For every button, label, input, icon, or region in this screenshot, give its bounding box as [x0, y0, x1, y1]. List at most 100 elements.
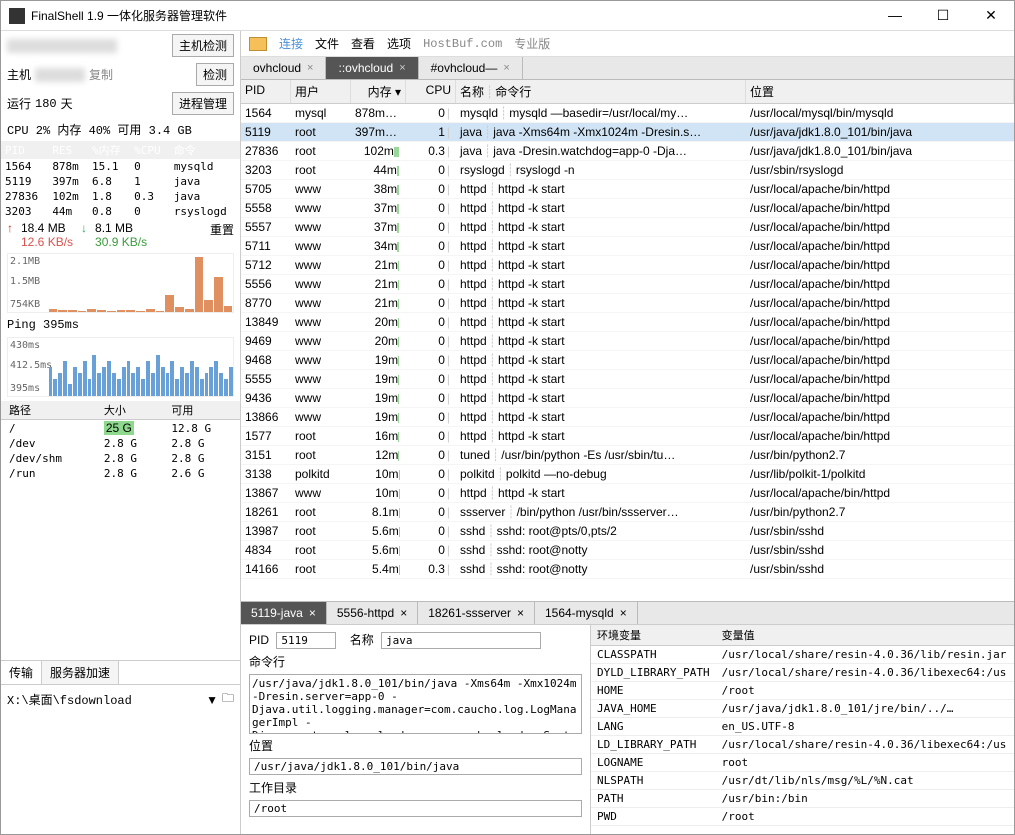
- maximize-button[interactable]: ☐: [928, 7, 958, 24]
- host-dropdown[interactable]: [7, 39, 117, 53]
- tab-accel[interactable]: 服务器加速: [42, 661, 119, 684]
- env-row[interactable]: JAVA_HOME/usr/java/jdk1.8.0_101/jre/bin/…: [591, 700, 1014, 718]
- env-row[interactable]: HOME/root: [591, 682, 1014, 700]
- disk-row[interactable]: /dev2.8 G2.8 G: [1, 436, 240, 451]
- env-row[interactable]: DYLD_LIBRARY_PATH/usr/local/share/resin-…: [591, 664, 1014, 682]
- proc-row[interactable]: 5558 www 37m 0| httpd┊httpd -k start /us…: [241, 199, 1014, 218]
- env-col-name[interactable]: 环境变量: [591, 625, 716, 646]
- env-row[interactable]: LOGNAMEroot: [591, 754, 1014, 772]
- col-cmd[interactable]: 命令: [170, 141, 240, 159]
- proc-row[interactable]: 18261 root 8.1m 0| ssserver┊/bin/python …: [241, 503, 1014, 522]
- detail-tab[interactable]: 5119-java×: [241, 602, 327, 624]
- disk-row[interactable]: /dev/shm2.8 G2.8 G: [1, 451, 240, 466]
- close-icon[interactable]: ×: [399, 62, 405, 74]
- detail-name-input[interactable]: [381, 632, 541, 649]
- close-icon[interactable]: ×: [503, 62, 509, 74]
- close-icon[interactable]: ×: [309, 606, 316, 620]
- proc-row[interactable]: 5119 root 397m 1| java┊java -Xms64m -Xmx…: [241, 123, 1014, 142]
- proc-row[interactable]: 9468 www 19m 0| httpd┊httpd -k start /us…: [241, 351, 1014, 370]
- env-row[interactable]: PWD/root: [591, 808, 1014, 826]
- proc-row[interactable]: 14166 root 5.4m 0.3| sshd┊sshd: root@not…: [241, 560, 1014, 579]
- detail-cmd-label: 命令行: [249, 653, 285, 670]
- proc-row[interactable]: 5712 www 21m 0| httpd┊httpd -k start /us…: [241, 256, 1014, 275]
- menu-view[interactable]: 查看: [351, 35, 375, 52]
- disk-col-path[interactable]: 路径: [1, 401, 96, 420]
- proc-row[interactable]: 3203 root 44m 0| rsyslogd┊rsyslogd -n /u…: [241, 161, 1014, 180]
- proc-row[interactable]: 5557 www 37m 0| httpd┊httpd -k start /us…: [241, 218, 1014, 237]
- env-col-val[interactable]: 变量值: [716, 625, 1014, 646]
- menu-connect[interactable]: 连接: [279, 35, 303, 52]
- tab-transfer[interactable]: 传输: [1, 661, 42, 684]
- close-button[interactable]: ✕: [976, 7, 1006, 24]
- disk-col-size[interactable]: 大小: [96, 401, 164, 420]
- col-mem[interactable]: 内存: [368, 85, 392, 99]
- pro-link[interactable]: 专业版: [514, 35, 550, 52]
- host-detect-button[interactable]: 主机检测: [172, 34, 234, 57]
- col-cpu[interactable]: %CPU: [130, 141, 170, 159]
- detail-pid-input[interactable]: [276, 632, 336, 649]
- proc-row[interactable]: 27836 root 102m 0.3| java┊java -Dresin.w…: [241, 142, 1014, 161]
- proc-row[interactable]: 3138 polkitd 10m 0| polkitd┊polkitd —no-…: [241, 465, 1014, 484]
- detail-wd-input[interactable]: [249, 800, 582, 817]
- proc-row[interactable]: 3151 root 12m 0| tuned┊/usr/bin/python -…: [241, 446, 1014, 465]
- close-icon[interactable]: ×: [517, 606, 524, 620]
- close-icon[interactable]: ×: [620, 606, 627, 620]
- col-res[interactable]: RES: [48, 141, 88, 159]
- mini-proc-row[interactable]: 5119397m6.81java: [1, 174, 240, 189]
- proc-row[interactable]: 13987 root 5.6m 0| sshd┊sshd: root@pts/0…: [241, 522, 1014, 541]
- close-icon[interactable]: ×: [307, 62, 313, 74]
- proc-row[interactable]: 5705 www 38m 0| httpd┊httpd -k start /us…: [241, 180, 1014, 199]
- detail-loc-input[interactable]: [249, 758, 582, 775]
- detail-tab[interactable]: 5556-httpd×: [327, 602, 418, 624]
- detail-tab[interactable]: 18261-ssserver×: [418, 602, 535, 624]
- host-link[interactable]: HostBuf.com: [423, 37, 502, 51]
- proc-row[interactable]: 1564 mysql 878m 0| mysqld┊mysqld —basedi…: [241, 104, 1014, 123]
- disk-row[interactable]: /25 G12.8 G: [1, 420, 240, 437]
- chevron-down-icon[interactable]: ▼: [206, 693, 218, 707]
- server-tab[interactable]: #ovhcloud—×: [419, 57, 523, 79]
- proc-row[interactable]: 13867 www 10m 0| httpd┊httpd -k start /u…: [241, 484, 1014, 503]
- col-loc[interactable]: 位置: [746, 80, 1014, 103]
- proc-row[interactable]: 13866 www 19m 0| httpd┊httpd -k start /u…: [241, 408, 1014, 427]
- proc-row[interactable]: 9469 www 20m 0| httpd┊httpd -k start /us…: [241, 332, 1014, 351]
- detail-tab[interactable]: 1564-mysqld×: [535, 602, 638, 624]
- col-cpu[interactable]: CPU: [406, 80, 456, 103]
- env-row[interactable]: LANGen_US.UTF-8: [591, 718, 1014, 736]
- proc-row[interactable]: 4834 root 5.6m 0| sshd┊sshd: root@notty …: [241, 541, 1014, 560]
- env-row[interactable]: CLASSPATH/usr/local/share/resin-4.0.36/l…: [591, 646, 1014, 664]
- mini-proc-row[interactable]: 320344m0.80rsyslogd: [1, 204, 240, 219]
- col-pid[interactable]: PID: [1, 141, 48, 159]
- folder-icon[interactable]: 🗀: [222, 689, 234, 710]
- proc-table-body[interactable]: 1564 mysql 878m 0| mysqld┊mysqld —basedi…: [241, 104, 1014, 601]
- disk-row[interactable]: /run2.8 G2.6 G: [1, 466, 240, 481]
- traffic-chart: 2.1MB 1.5MB 754KB: [7, 253, 234, 313]
- env-row[interactable]: NLSPATH/usr/dt/lib/nls/msg/%L/%N.cat: [591, 772, 1014, 790]
- col-mem[interactable]: %内存: [88, 141, 130, 159]
- mini-proc-row[interactable]: 1564878m15.10mysqld: [1, 159, 240, 174]
- proc-row[interactable]: 5711 www 34m 0| httpd┊httpd -k start /us…: [241, 237, 1014, 256]
- col-user[interactable]: 用户: [291, 80, 351, 103]
- mini-proc-row[interactable]: 27836102m1.80.3java: [1, 189, 240, 204]
- proc-row[interactable]: 8770 www 21m 0| httpd┊httpd -k start /us…: [241, 294, 1014, 313]
- server-tab[interactable]: ::ovhcloud×: [326, 57, 418, 79]
- proc-row[interactable]: 1577 root 16m 0| httpd┊httpd -k start /u…: [241, 427, 1014, 446]
- detect-button[interactable]: 检测: [196, 63, 234, 86]
- disk-col-avail[interactable]: 可用: [163, 401, 240, 420]
- minimize-button[interactable]: —: [880, 7, 910, 24]
- server-tab[interactable]: ovhcloud×: [241, 57, 326, 79]
- env-row[interactable]: LD_LIBRARY_PATH/usr/local/share/resin-4.…: [591, 736, 1014, 754]
- menu-options[interactable]: 选项: [387, 35, 411, 52]
- menu-file[interactable]: 文件: [315, 35, 339, 52]
- copy-link[interactable]: 复制: [89, 66, 113, 83]
- col-pid[interactable]: PID: [241, 80, 291, 103]
- folder-icon[interactable]: [249, 37, 267, 51]
- detail-cmd-text[interactable]: [249, 674, 582, 734]
- proc-row[interactable]: 9436 www 19m 0| httpd┊httpd -k start /us…: [241, 389, 1014, 408]
- env-row[interactable]: PATH/usr/bin:/bin: [591, 790, 1014, 808]
- proc-row[interactable]: 13849 www 20m 0| httpd┊httpd -k start /u…: [241, 313, 1014, 332]
- proc-row[interactable]: 5556 www 21m 0| httpd┊httpd -k start /us…: [241, 275, 1014, 294]
- close-icon[interactable]: ×: [400, 606, 407, 620]
- proc-mgr-button[interactable]: 进程管理: [172, 92, 234, 115]
- reset-link[interactable]: 重置: [210, 221, 234, 249]
- proc-row[interactable]: 5555 www 19m 0| httpd┊httpd -k start /us…: [241, 370, 1014, 389]
